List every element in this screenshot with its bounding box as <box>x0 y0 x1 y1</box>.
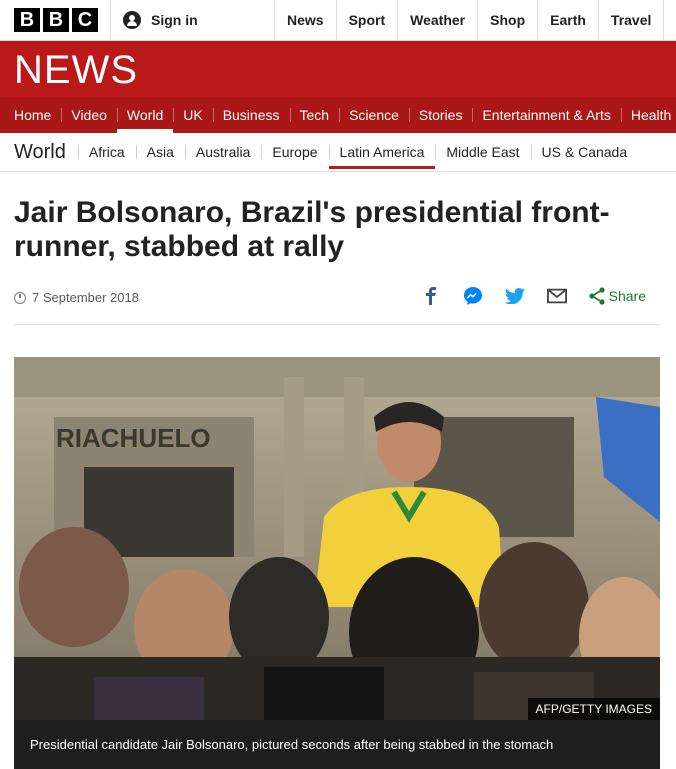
world-nav-europe[interactable]: Europe <box>261 133 328 171</box>
top-nav-travel[interactable]: Travel <box>597 0 663 40</box>
top-nav-shop[interactable]: Shop <box>477 0 537 40</box>
section-nav: Home Video World UK Business Tech Scienc… <box>0 97 676 133</box>
article-date: 7 September 2018 <box>14 290 139 305</box>
top-nav-sport[interactable]: Sport <box>335 0 398 40</box>
clock-icon <box>14 291 26 304</box>
section-nav-entertainment[interactable]: Entertainment & Arts <box>472 97 620 133</box>
share-label: Share <box>608 288 646 304</box>
image-caption: Presidential candidate Jair Bolsonaro, p… <box>14 720 660 769</box>
section-nav-science[interactable]: Science <box>339 97 409 133</box>
world-nav-africa[interactable]: Africa <box>77 133 136 171</box>
bbc-logo-letter: C <box>72 8 98 32</box>
email-icon[interactable] <box>546 286 567 306</box>
world-nav-middle-east[interactable]: Middle East <box>435 133 530 171</box>
sign-in-link[interactable]: Sign in <box>110 0 283 40</box>
section-nav-home[interactable]: Home <box>0 97 61 133</box>
section-nav-world[interactable]: World <box>116 97 174 133</box>
world-section-title[interactable]: World <box>0 141 78 164</box>
section-nav-stories[interactable]: Stories <box>408 97 473 133</box>
date-text: 7 September 2018 <box>32 290 139 305</box>
share-icon <box>589 287 605 305</box>
world-subnav: World Africa Asia Australia Europe Latin… <box>0 133 676 172</box>
top-nav-more[interactable]: Mo <box>663 0 676 40</box>
bbc-logo-letter: B <box>43 8 69 32</box>
messenger-icon[interactable] <box>463 286 483 306</box>
article-meta: 7 September 2018 Share <box>14 284 660 325</box>
top-nav-news[interactable]: News <box>274 0 336 40</box>
photo-illustration: RIACHUELO <box>14 357 660 720</box>
avatar-icon <box>123 11 141 29</box>
world-nav-latin-america[interactable]: Latin America <box>328 133 436 171</box>
riachuelo-sign: RIACHUELO <box>56 423 211 453</box>
section-nav-uk[interactable]: UK <box>173 97 212 133</box>
section-nav-health[interactable]: Health <box>620 97 676 133</box>
news-banner: NEWS <box>0 41 676 97</box>
article-headline: Jair Bolsonaro, Brazil's presidential fr… <box>14 196 610 263</box>
section-nav-tech[interactable]: Tech <box>289 97 340 133</box>
sign-in-label: Sign in <box>151 12 198 28</box>
news-logo[interactable]: NEWS <box>14 48 138 93</box>
top-bar: B B C Sign in News Sport Weather Shop Ea… <box>0 0 676 41</box>
bbc-logo-letter: B <box>14 8 40 32</box>
share-button[interactable]: Share <box>589 287 646 305</box>
world-nav-us-canada[interactable]: US & Canada <box>530 133 639 171</box>
image-credit: AFP/GETTY IMAGES <box>527 698 660 720</box>
share-tools: Share <box>421 286 646 306</box>
twitter-icon[interactable] <box>504 286 525 306</box>
article-photo: RIACHUELO AFP/GETTY IMAGES <box>14 357 660 720</box>
section-nav-video[interactable]: Video <box>61 97 117 133</box>
top-nav-weather[interactable]: Weather <box>397 0 477 40</box>
world-nav-asia[interactable]: Asia <box>135 133 185 171</box>
facebook-icon[interactable] <box>421 286 441 306</box>
section-nav-business[interactable]: Business <box>212 97 290 133</box>
bbc-logo[interactable]: B B C <box>14 8 98 32</box>
top-nav: News Sport Weather Shop Earth Travel Mo <box>274 0 676 40</box>
top-nav-earth[interactable]: Earth <box>537 0 598 40</box>
world-nav-australia[interactable]: Australia <box>184 133 261 171</box>
